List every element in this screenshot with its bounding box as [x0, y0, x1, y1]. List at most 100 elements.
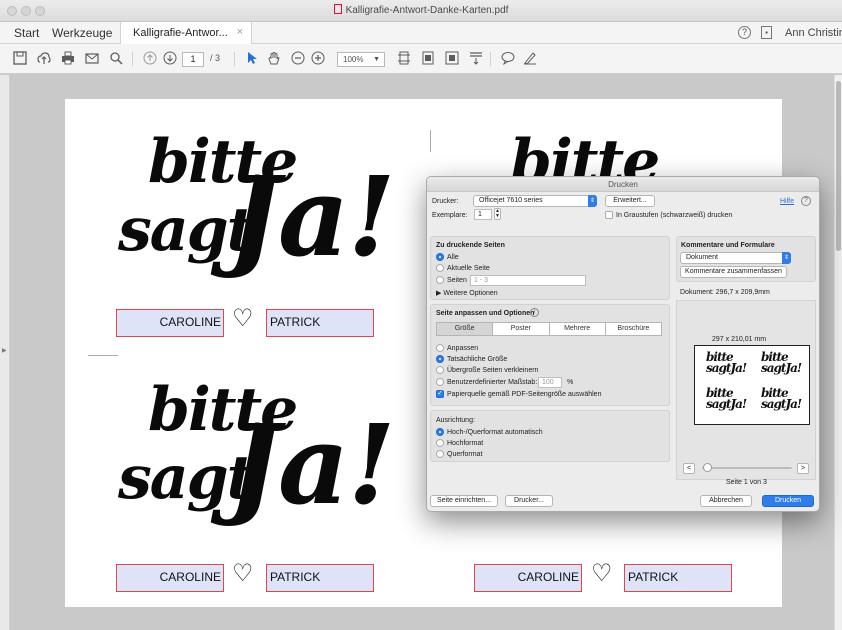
tab-close-icon[interactable]: ×: [237, 26, 243, 38]
user-name[interactable]: Ann Christin: [785, 27, 842, 39]
more-options-toggle[interactable]: ▶ Weitere Optionen: [436, 289, 498, 297]
fit-page-icon[interactable]: [396, 51, 412, 67]
page-down-icon[interactable]: [162, 51, 178, 67]
comments-value: Dokument: [686, 254, 718, 261]
preview-card: bitte sagtJa!: [761, 350, 802, 375]
page-setup-button[interactable]: Seite einrichten...: [430, 495, 498, 507]
pdf-file-icon: [333, 4, 342, 14]
help-icon[interactable]: ?: [801, 196, 811, 206]
heart-icon: ♡: [591, 559, 613, 587]
chevron-down-icon: ▼: [373, 56, 380, 63]
orientation-title: Ausrichtung:: [436, 417, 475, 424]
zoom-out-icon[interactable]: [290, 51, 306, 67]
preview-slider[interactable]: [702, 467, 792, 469]
preview-card: bitte sagtJa!: [706, 386, 747, 411]
preview-card: bitte sagtJa!: [706, 350, 747, 375]
orientation-portrait-label: Hochformat: [447, 440, 484, 447]
name-field-right[interactable]: PATRICK: [624, 564, 732, 592]
window-title-text: Kalligrafie-Antwort-Danke-Karten.pdf: [345, 5, 509, 16]
cut-mark: [88, 355, 118, 356]
page-number-input[interactable]: 1: [182, 52, 204, 67]
heart-icon: ♡: [232, 304, 254, 332]
search-icon[interactable]: [108, 51, 124, 67]
top-nav-bar: Start Werkzeuge Kalligrafie-Antwor... × …: [0, 22, 842, 44]
nav-tools[interactable]: Werkzeuge: [52, 26, 112, 40]
vertical-scrollbar[interactable]: [834, 75, 842, 630]
scale-input[interactable]: 100: [538, 377, 562, 388]
zoom-in-icon[interactable]: [310, 51, 326, 67]
scrollbar-thumb[interactable]: [836, 81, 841, 251]
name-field-right[interactable]: PATRICK: [266, 309, 374, 337]
pages-range-placeholder: 1 - 3: [474, 277, 489, 284]
cancel-button[interactable]: Abbrechen: [700, 495, 752, 507]
tab-booklet[interactable]: Broschüre: [604, 322, 662, 336]
zoom-select[interactable]: 100% ▼: [337, 52, 385, 67]
printer-select[interactable]: Officejet 7610 series ⇕: [473, 195, 597, 207]
fit-tabs: Größe Poster Mehrere Broschüre: [436, 322, 662, 336]
grayscale-checkbox[interactable]: [605, 211, 613, 219]
pages-range-label: Seiten: [447, 277, 467, 284]
pages-range-radio[interactable]: [436, 276, 444, 284]
hand-icon[interactable]: [266, 51, 282, 67]
summarize-comments-button[interactable]: Kommentare zusammenfassen: [680, 266, 787, 278]
preview-next-button[interactable]: >: [797, 463, 809, 474]
chevron-updown-icon: ⇕: [588, 195, 597, 207]
info-icon[interactable]: i: [530, 308, 539, 317]
pages-all-radio[interactable]: [436, 253, 444, 261]
grayscale-label: In Graustufen (schwarzweiß) drucken: [616, 212, 733, 219]
name-field-left[interactable]: CAROLINE: [116, 309, 224, 337]
paper-source-checkbox[interactable]: ✓: [436, 390, 444, 398]
sign-icon[interactable]: [522, 51, 538, 67]
fit-radio[interactable]: [436, 344, 444, 352]
comments-select[interactable]: Dokument ⇕: [680, 252, 791, 264]
copies-label: Exemplare:: [432, 212, 468, 219]
printer-dialog-button[interactable]: Drucker...: [505, 495, 553, 507]
preview-page-indicator: Seite 1 von 3: [726, 479, 767, 486]
orientation-portrait-radio[interactable]: [436, 439, 444, 447]
preview-slider-knob[interactable]: [703, 463, 712, 472]
fullscreen-icon[interactable]: [444, 51, 460, 67]
print-icon[interactable]: [60, 51, 76, 67]
document-size: Dokument: 296,7 x 209,9mm: [680, 289, 770, 296]
advanced-button[interactable]: Erweitert...: [605, 195, 655, 207]
fit-label: Anpassen: [447, 345, 479, 352]
copies-input[interactable]: 1: [474, 209, 492, 220]
dialog-title: Drucken: [427, 177, 819, 192]
save-icon[interactable]: [12, 51, 28, 67]
name-field-right[interactable]: PATRICK: [266, 564, 374, 592]
custom-scale-radio[interactable]: [436, 378, 444, 386]
orientation-auto-radio[interactable]: [436, 428, 444, 436]
left-panel-toggle[interactable]: ▶: [0, 75, 10, 630]
tab-document[interactable]: Kalligrafie-Antwor... ×: [120, 22, 252, 44]
help-icon[interactable]: ?: [738, 26, 751, 39]
print-button[interactable]: Drucken: [762, 495, 814, 507]
chevron-right-icon: ▶: [2, 348, 7, 354]
share-icon[interactable]: ▪: [761, 26, 772, 39]
tab-multiple[interactable]: Mehrere: [548, 322, 606, 336]
page-view-icon[interactable]: [420, 51, 436, 67]
page-up-icon[interactable]: [142, 51, 158, 67]
pages-range-input[interactable]: 1 - 3: [470, 275, 586, 286]
mail-icon[interactable]: [84, 51, 100, 67]
name-field-left[interactable]: CAROLINE: [116, 564, 224, 592]
shrink-radio[interactable]: [436, 366, 444, 374]
name-field-left[interactable]: CAROLINE: [474, 564, 582, 592]
orientation-landscape-radio[interactable]: [436, 450, 444, 458]
upload-icon[interactable]: [36, 51, 52, 67]
help-link[interactable]: Hilfe: [780, 198, 794, 205]
tab-size[interactable]: Größe: [436, 322, 494, 336]
comment-icon[interactable]: [500, 51, 516, 67]
cut-mark: [430, 130, 431, 152]
toolbar-separator: [490, 52, 491, 66]
actual-size-label: Tatsächliche Größe: [447, 356, 508, 363]
select-pointer-icon[interactable]: [244, 51, 260, 67]
preview-prev-button[interactable]: <: [683, 463, 695, 474]
tab-poster[interactable]: Poster: [492, 322, 550, 336]
copies-stepper[interactable]: ▲ ▼: [494, 208, 501, 220]
pages-current-radio[interactable]: [436, 264, 444, 272]
heart-icon: ♡: [232, 559, 254, 587]
actual-size-radio[interactable]: [436, 355, 444, 363]
pages-all-label: Alle: [447, 254, 459, 261]
scroll-icon[interactable]: [468, 51, 484, 67]
nav-start[interactable]: Start: [14, 26, 39, 40]
